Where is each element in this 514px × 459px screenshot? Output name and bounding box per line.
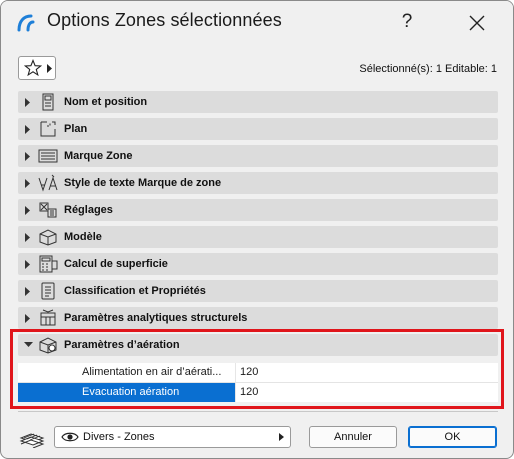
- panel-text-style[interactable]: Style de texte Marque de zone: [18, 172, 498, 194]
- archicad-logo-icon: [17, 14, 35, 32]
- star-icon: [24, 59, 42, 77]
- zone-settings-dialog: Options Zones sélectionnées ? Sélectionn…: [0, 0, 514, 459]
- floor-plan-icon: [40, 121, 56, 137]
- expand-arrow-icon[interactable]: [25, 232, 31, 242]
- expand-arrow-icon[interactable]: [25, 313, 31, 323]
- expand-arrow-icon[interactable]: [25, 124, 31, 134]
- panel-zone-stamp[interactable]: Marque Zone: [18, 145, 498, 167]
- close-icon[interactable]: [462, 8, 492, 38]
- layer-view-value: Divers - Zones: [83, 431, 155, 443]
- panel-label: Calcul de superficie: [64, 258, 168, 270]
- name-position-icon: [42, 93, 54, 111]
- model-icon: [39, 229, 57, 246]
- area-calculation-icon: [39, 255, 58, 273]
- dialog-title: Options Zones sélectionnées: [47, 10, 282, 30]
- layers-icon[interactable]: [19, 426, 45, 448]
- panel-label: Classification et Propriétés: [64, 285, 206, 297]
- panel-label: Paramètres analytiques structurels: [64, 312, 248, 324]
- panel-label: Modèle: [64, 231, 102, 243]
- panel-settings[interactable]: Réglages: [18, 199, 498, 221]
- zone-stamp-icon: [38, 149, 58, 163]
- structural-analysis-icon: [40, 309, 56, 326]
- panel-model[interactable]: Modèle: [18, 226, 498, 248]
- panel-label: Plan: [64, 123, 88, 135]
- expand-arrow-icon[interactable]: [25, 259, 31, 269]
- panel-structural-analysis[interactable]: Paramètres analytiques structurels: [18, 307, 498, 329]
- title-bar: Options Zones sélectionnées ?: [1, 1, 513, 45]
- expand-arrow-icon[interactable]: [25, 205, 31, 215]
- expand-arrow-icon[interactable]: [25, 151, 31, 161]
- selection-info: Sélectionné(s): 1 Editable: 1: [359, 63, 497, 75]
- panel-name-position[interactable]: Nom et position: [18, 91, 498, 113]
- settings-panels: Nom et position Plan Marque Zone Style d…: [18, 91, 498, 361]
- expand-arrow-icon[interactable]: [25, 178, 31, 188]
- classification-icon: [41, 282, 55, 300]
- panel-label: Nom et position: [64, 96, 148, 108]
- panel-classification[interactable]: Classification et Propriétés: [18, 280, 498, 302]
- layer-view-select[interactable]: Divers - Zones: [54, 426, 291, 448]
- expand-arrow-icon[interactable]: [25, 97, 31, 107]
- panel-area-calculation[interactable]: Calcul de superficie: [18, 253, 498, 275]
- footer-divider: [18, 411, 498, 412]
- help-button[interactable]: ?: [393, 7, 421, 37]
- settings-icon: [39, 202, 57, 218]
- eye-icon: [61, 432, 79, 442]
- ok-button[interactable]: OK: [408, 426, 497, 448]
- chevron-right-icon: [47, 64, 52, 73]
- chevron-right-icon: [278, 433, 284, 441]
- cancel-button[interactable]: Annuler: [309, 426, 397, 448]
- favorites-button[interactable]: [18, 56, 56, 80]
- highlight-box: [10, 329, 504, 409]
- text-style-icon: [38, 174, 58, 192]
- panel-label: Marque Zone: [64, 150, 133, 162]
- panel-plan[interactable]: Plan: [18, 118, 498, 140]
- panel-label: Style de texte Marque de zone: [64, 177, 222, 189]
- expand-arrow-icon[interactable]: [25, 286, 31, 296]
- panel-label: Réglages: [64, 204, 113, 216]
